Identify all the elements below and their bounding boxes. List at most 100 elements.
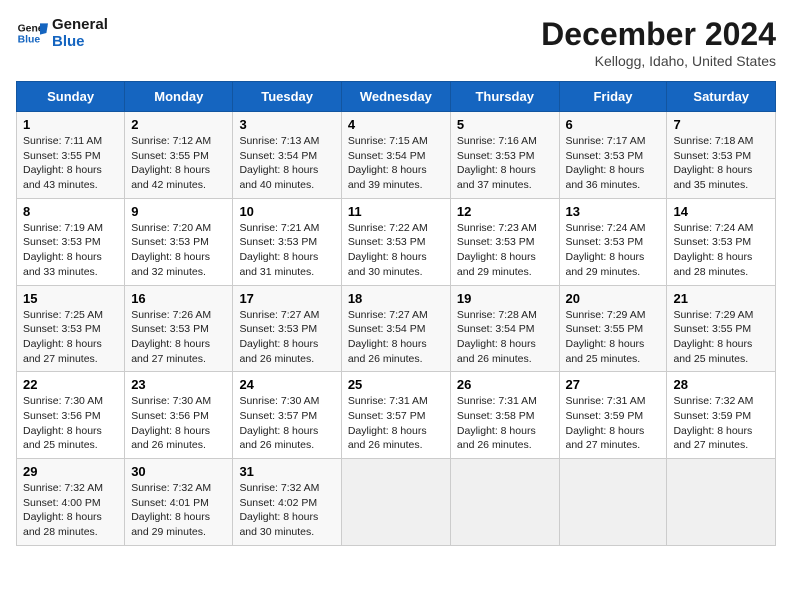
day-number: 9 (131, 204, 226, 219)
calendar-cell: 11 Sunrise: 7:22 AMSunset: 3:53 PMDaylig… (341, 198, 450, 285)
header: General Blue General Blue December 2024 … (16, 16, 776, 69)
day-detail: Sunrise: 7:15 AMSunset: 3:54 PMDaylight:… (348, 135, 428, 191)
day-detail: Sunrise: 7:32 AMSunset: 4:01 PMDaylight:… (131, 482, 211, 538)
calendar-cell (341, 459, 450, 546)
day-detail: Sunrise: 7:12 AMSunset: 3:55 PMDaylight:… (131, 135, 211, 191)
day-detail: Sunrise: 7:24 AMSunset: 3:53 PMDaylight:… (673, 222, 753, 278)
calendar-cell: 13 Sunrise: 7:24 AMSunset: 3:53 PMDaylig… (559, 198, 667, 285)
day-number: 31 (239, 464, 334, 479)
day-detail: Sunrise: 7:30 AMSunset: 3:56 PMDaylight:… (23, 395, 103, 451)
day-detail: Sunrise: 7:19 AMSunset: 3:53 PMDaylight:… (23, 222, 103, 278)
day-number: 12 (457, 204, 553, 219)
day-detail: Sunrise: 7:29 AMSunset: 3:55 PMDaylight:… (673, 309, 753, 365)
day-number: 3 (239, 117, 334, 132)
day-detail: Sunrise: 7:27 AMSunset: 3:53 PMDaylight:… (239, 309, 319, 365)
main-title: December 2024 (541, 16, 776, 53)
calendar-cell: 20 Sunrise: 7:29 AMSunset: 3:55 PMDaylig… (559, 285, 667, 372)
day-number: 14 (673, 204, 769, 219)
day-number: 8 (23, 204, 118, 219)
day-detail: Sunrise: 7:28 AMSunset: 3:54 PMDaylight:… (457, 309, 537, 365)
day-number: 10 (239, 204, 334, 219)
calendar-cell: 21 Sunrise: 7:29 AMSunset: 3:55 PMDaylig… (667, 285, 776, 372)
calendar-cell: 14 Sunrise: 7:24 AMSunset: 3:53 PMDaylig… (667, 198, 776, 285)
day-number: 20 (566, 291, 661, 306)
day-number: 19 (457, 291, 553, 306)
day-number: 17 (239, 291, 334, 306)
day-detail: Sunrise: 7:13 AMSunset: 3:54 PMDaylight:… (239, 135, 319, 191)
calendar-week-5: 29 Sunrise: 7:32 AMSunset: 4:00 PMDaylig… (17, 459, 776, 546)
calendar-cell: 24 Sunrise: 7:30 AMSunset: 3:57 PMDaylig… (233, 372, 341, 459)
weekday-header-thursday: Thursday (450, 82, 559, 112)
calendar-week-3: 15 Sunrise: 7:25 AMSunset: 3:53 PMDaylig… (17, 285, 776, 372)
day-detail: Sunrise: 7:25 AMSunset: 3:53 PMDaylight:… (23, 309, 103, 365)
day-number: 27 (566, 377, 661, 392)
calendar-cell: 2 Sunrise: 7:12 AMSunset: 3:55 PMDayligh… (125, 112, 233, 199)
day-number: 16 (131, 291, 226, 306)
svg-text:Blue: Blue (18, 35, 41, 46)
weekday-header-saturday: Saturday (667, 82, 776, 112)
day-number: 26 (457, 377, 553, 392)
calendar-cell: 28 Sunrise: 7:32 AMSunset: 3:59 PMDaylig… (667, 372, 776, 459)
day-number: 13 (566, 204, 661, 219)
day-number: 21 (673, 291, 769, 306)
calendar-cell: 25 Sunrise: 7:31 AMSunset: 3:57 PMDaylig… (341, 372, 450, 459)
weekday-header-friday: Friday (559, 82, 667, 112)
calendar-cell: 1 Sunrise: 7:11 AMSunset: 3:55 PMDayligh… (17, 112, 125, 199)
calendar-cell: 22 Sunrise: 7:30 AMSunset: 3:56 PMDaylig… (17, 372, 125, 459)
day-detail: Sunrise: 7:21 AMSunset: 3:53 PMDaylight:… (239, 222, 319, 278)
day-number: 1 (23, 117, 118, 132)
day-detail: Sunrise: 7:20 AMSunset: 3:53 PMDaylight:… (131, 222, 211, 278)
day-detail: Sunrise: 7:32 AMSunset: 4:02 PMDaylight:… (239, 482, 319, 538)
calendar-cell: 23 Sunrise: 7:30 AMSunset: 3:56 PMDaylig… (125, 372, 233, 459)
calendar-week-4: 22 Sunrise: 7:30 AMSunset: 3:56 PMDaylig… (17, 372, 776, 459)
calendar-cell: 19 Sunrise: 7:28 AMSunset: 3:54 PMDaylig… (450, 285, 559, 372)
subtitle: Kellogg, Idaho, United States (541, 53, 776, 69)
day-detail: Sunrise: 7:31 AMSunset: 3:59 PMDaylight:… (566, 395, 646, 451)
weekday-header-wednesday: Wednesday (341, 82, 450, 112)
day-detail: Sunrise: 7:29 AMSunset: 3:55 PMDaylight:… (566, 309, 646, 365)
calendar-cell: 26 Sunrise: 7:31 AMSunset: 3:58 PMDaylig… (450, 372, 559, 459)
logo-line2: Blue (52, 33, 108, 50)
day-detail: Sunrise: 7:11 AMSunset: 3:55 PMDaylight:… (23, 135, 102, 191)
day-number: 2 (131, 117, 226, 132)
title-area: December 2024 Kellogg, Idaho, United Sta… (541, 16, 776, 69)
calendar-cell: 12 Sunrise: 7:23 AMSunset: 3:53 PMDaylig… (450, 198, 559, 285)
day-number: 15 (23, 291, 118, 306)
weekday-header-monday: Monday (125, 82, 233, 112)
weekday-header-tuesday: Tuesday (233, 82, 341, 112)
day-number: 23 (131, 377, 226, 392)
weekday-header-sunday: Sunday (17, 82, 125, 112)
day-detail: Sunrise: 7:31 AMSunset: 3:57 PMDaylight:… (348, 395, 428, 451)
day-detail: Sunrise: 7:24 AMSunset: 3:53 PMDaylight:… (566, 222, 646, 278)
calendar-cell: 16 Sunrise: 7:26 AMSunset: 3:53 PMDaylig… (125, 285, 233, 372)
calendar-cell: 10 Sunrise: 7:21 AMSunset: 3:53 PMDaylig… (233, 198, 341, 285)
day-detail: Sunrise: 7:30 AMSunset: 3:57 PMDaylight:… (239, 395, 319, 451)
day-detail: Sunrise: 7:22 AMSunset: 3:53 PMDaylight:… (348, 222, 428, 278)
day-number: 6 (566, 117, 661, 132)
calendar-week-2: 8 Sunrise: 7:19 AMSunset: 3:53 PMDayligh… (17, 198, 776, 285)
day-number: 30 (131, 464, 226, 479)
calendar-cell: 9 Sunrise: 7:20 AMSunset: 3:53 PMDayligh… (125, 198, 233, 285)
calendar-cell: 7 Sunrise: 7:18 AMSunset: 3:53 PMDayligh… (667, 112, 776, 199)
day-number: 11 (348, 204, 444, 219)
calendar-cell: 29 Sunrise: 7:32 AMSunset: 4:00 PMDaylig… (17, 459, 125, 546)
calendar-cell: 5 Sunrise: 7:16 AMSunset: 3:53 PMDayligh… (450, 112, 559, 199)
calendar-cell: 4 Sunrise: 7:15 AMSunset: 3:54 PMDayligh… (341, 112, 450, 199)
day-number: 18 (348, 291, 444, 306)
day-detail: Sunrise: 7:18 AMSunset: 3:53 PMDaylight:… (673, 135, 753, 191)
calendar-cell: 27 Sunrise: 7:31 AMSunset: 3:59 PMDaylig… (559, 372, 667, 459)
calendar-table: SundayMondayTuesdayWednesdayThursdayFrid… (16, 81, 776, 546)
logo-line1: General (52, 16, 108, 33)
day-detail: Sunrise: 7:23 AMSunset: 3:53 PMDaylight:… (457, 222, 537, 278)
day-detail: Sunrise: 7:27 AMSunset: 3:54 PMDaylight:… (348, 309, 428, 365)
day-detail: Sunrise: 7:32 AMSunset: 4:00 PMDaylight:… (23, 482, 103, 538)
day-number: 7 (673, 117, 769, 132)
day-detail: Sunrise: 7:31 AMSunset: 3:58 PMDaylight:… (457, 395, 537, 451)
day-detail: Sunrise: 7:32 AMSunset: 3:59 PMDaylight:… (673, 395, 753, 451)
day-number: 5 (457, 117, 553, 132)
calendar-cell (667, 459, 776, 546)
calendar-cell: 18 Sunrise: 7:27 AMSunset: 3:54 PMDaylig… (341, 285, 450, 372)
day-detail: Sunrise: 7:17 AMSunset: 3:53 PMDaylight:… (566, 135, 646, 191)
logo-icon: General Blue (16, 17, 48, 49)
calendar-cell: 31 Sunrise: 7:32 AMSunset: 4:02 PMDaylig… (233, 459, 341, 546)
